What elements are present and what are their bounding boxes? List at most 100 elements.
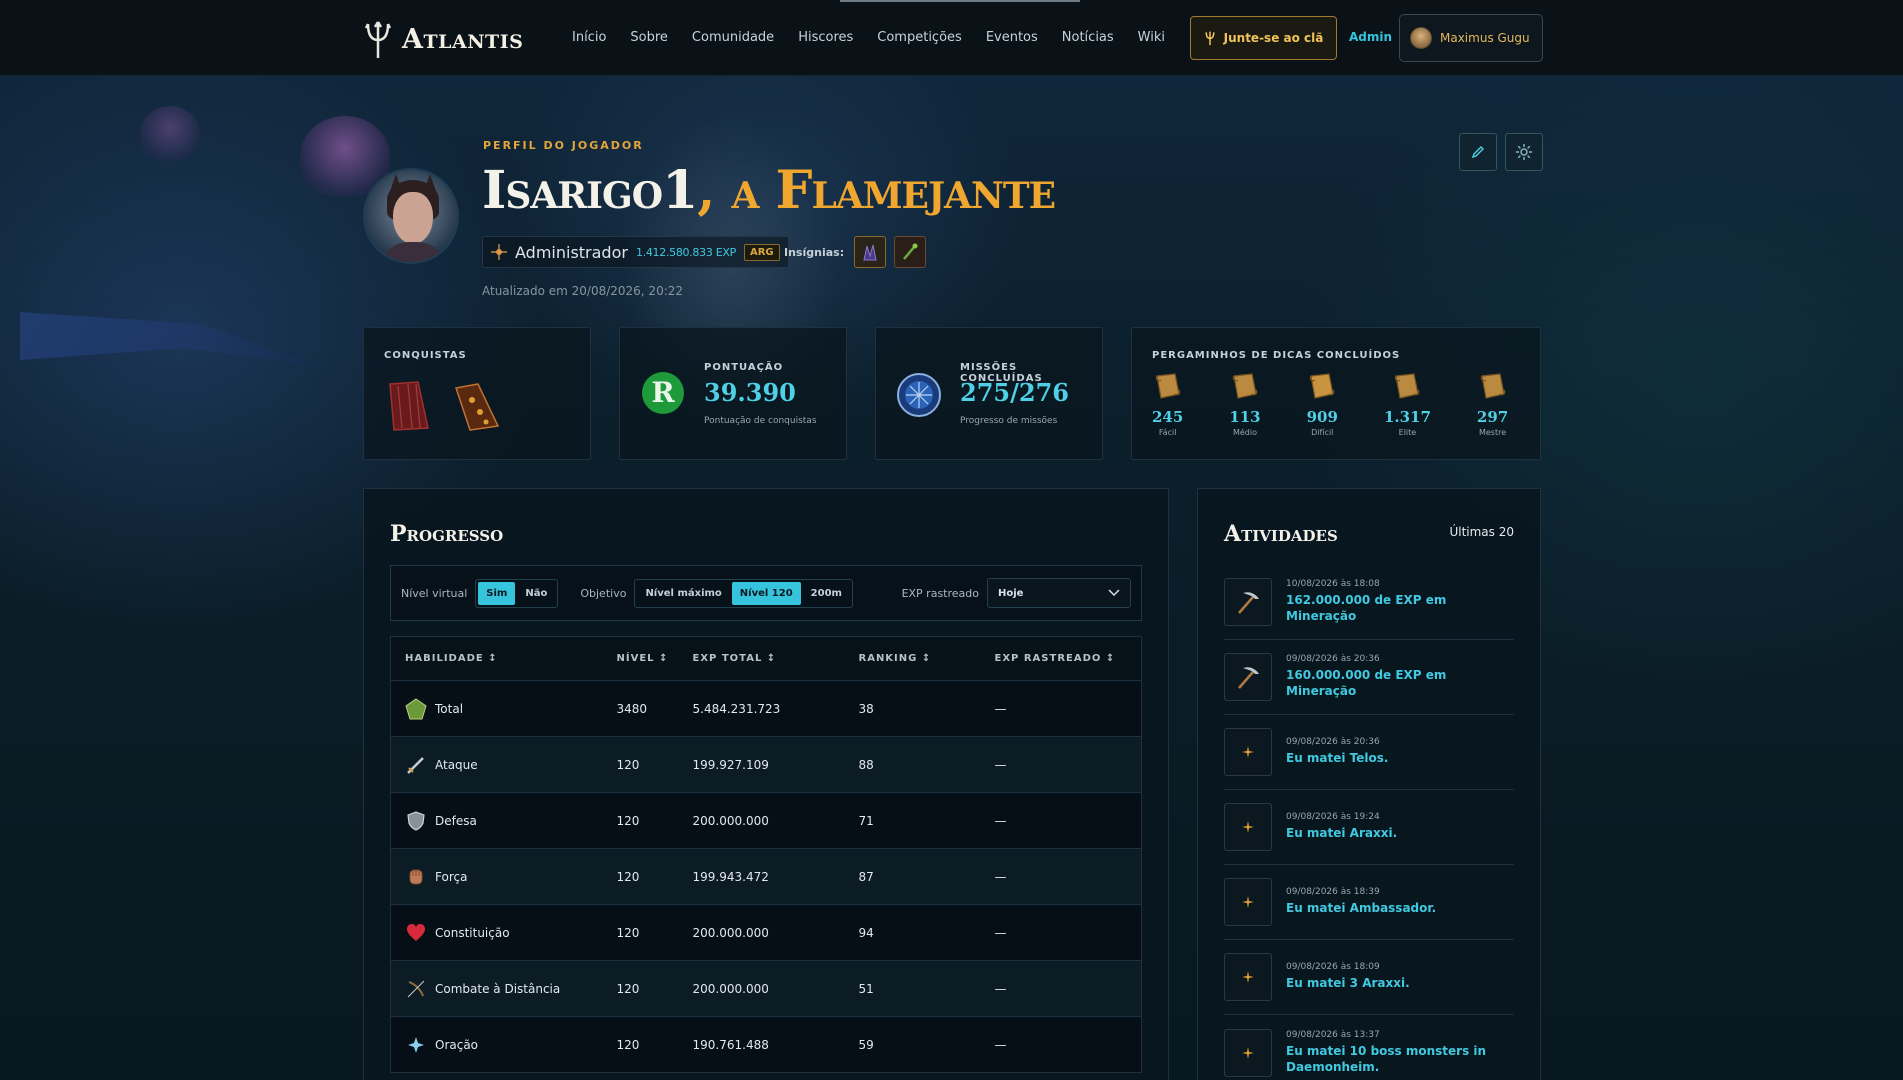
activity-text: Eu matei Telos. [1286,751,1389,766]
sparkle-icon [1224,728,1272,776]
goal-label: Objetivo [580,586,627,600]
settings-button[interactable] [1505,133,1543,171]
logo-text: Atlantis [402,23,524,55]
progress-panel: Progresso Nível virtual Sim Não Objetivo… [363,488,1169,1080]
activity-item[interactable]: 09/08/2026 às 18:39 Eu matei Ambassador. [1224,865,1514,940]
player-avatar [363,168,459,264]
skill-tracked: — [980,960,1142,1017]
gold-cape-icon[interactable] [452,382,502,432]
table-row: Ataque 120 199.927.109 88 — [390,736,1142,793]
col-exp-rastreado[interactable]: EXP RASTREADO ↕ [980,636,1142,681]
activity-item[interactable]: 09/08/2026 às 13:37 Eu matei 10 boss mon… [1224,1015,1514,1080]
nav-comunidade[interactable]: Comunidade [692,30,774,45]
total-skill-icon [405,697,427,720]
missoes-sub: Progresso de missões [960,416,1058,426]
nav-sobre[interactable]: Sobre [630,30,668,45]
logo[interactable]: Atlantis [362,18,523,60]
activity-item[interactable]: 09/08/2026 às 20:36 Eu matei Telos. [1224,715,1514,790]
skill-name: Oração [435,1037,479,1052]
badges: Insígnias: [784,236,927,268]
chevron-down-icon [1108,589,1120,597]
edit-profile-button[interactable] [1459,133,1497,171]
col-ranking[interactable]: RANKING ↕ [844,636,981,681]
skill-rank: 38 [844,680,981,737]
nav-competicoes[interactable]: Competições [877,30,962,45]
runescape-r-icon: R [642,372,684,414]
skill-level: 3480 [602,680,679,737]
skill-name: Constituição [435,925,510,940]
top-navbar: Atlantis Início Sobre Comunidade Hiscore… [0,0,1903,76]
activity-text: Eu matei Araxxi. [1286,826,1398,841]
clue-scroll-grid: 245 Fácil 113 Médio 909 Difícil 1.317 El… [1152,372,1508,437]
nav-noticias[interactable]: Notícias [1062,30,1114,45]
rank-label: Administrador [515,242,628,262]
user-menu-button[interactable]: Maximus Gugu [1399,14,1543,62]
skill-name: Ataque [435,757,478,772]
activity-item[interactable]: 09/08/2026 às 19:24 Eu matei Araxxi. [1224,790,1514,865]
scroll-icon [1480,373,1505,399]
pontuacao-card: R PONTUAÇÃO 39.390 Pontuação de conquist… [619,327,847,460]
clue-easy-label: Fácil [1158,428,1177,437]
skill-rank: 94 [844,904,981,961]
skills-table: HABILIDADE ↕ NÍVEL ↕ EXP TOTAL ↕ RANKING… [390,636,1142,1073]
svg-text:R: R [651,376,675,409]
pontuacao-sub: Pontuação de conquistas [704,416,817,426]
clue-scroll-master: 297 Mestre [1477,372,1508,437]
virtual-yes-option[interactable]: Sim [478,581,516,605]
player-name: Isarigo1, a Flamejante [482,160,1056,221]
virtual-no-option[interactable]: Não [517,582,555,605]
skill-tracked: — [980,904,1142,961]
activity-date: 09/08/2026 às 20:36 [1286,737,1380,748]
nav-hiscores[interactable]: Hiscores [798,30,853,45]
scroll-icon [1395,373,1420,399]
quest-compass-icon [897,373,941,417]
activities-count: Últimas 20 [1449,525,1514,539]
red-cape-icon[interactable] [384,380,430,432]
pickaxe-icon [1224,653,1272,701]
col-habilidade[interactable]: HABILIDADE ↕ [390,636,603,681]
skill-exp: 200.000.000 [678,792,845,849]
sparkle-icon [1224,803,1272,851]
table-row: Constituição 120 200.000.000 94 — [390,904,1142,961]
skill-exp: 5.484.231.723 [678,680,845,737]
skill-exp: 200.000.000 [678,960,845,1017]
activity-date: 10/08/2026 às 18:08 [1286,579,1380,590]
col-exp-total[interactable]: EXP TOTAL ↕ [678,636,845,681]
activities-title: Atividades [1224,521,1338,547]
staff-badge-icon[interactable] [894,236,927,268]
nav-wiki[interactable]: Wiki [1138,30,1165,45]
skill-exp: 190.761.488 [678,1016,845,1073]
activity-item[interactable]: 09/08/2026 às 18:09 Eu matei 3 Araxxi. [1224,940,1514,1015]
skill-name: Combate à Distância [435,981,561,996]
join-clan-button[interactable]: Junte-se ao clã [1190,16,1337,60]
goal-120-option[interactable]: Nível 120 [731,581,801,605]
clue-medium-value: 113 [1229,408,1261,426]
nav-eventos[interactable]: Eventos [986,30,1038,45]
pontuacao-title: PONTUAÇÃO [704,362,784,373]
col-nivel[interactable]: NÍVEL ↕ [602,636,679,681]
pencil-icon [1471,146,1484,159]
activity-item[interactable]: 09/08/2026 às 20:36 160.000.000 de EXP e… [1224,640,1514,715]
skill-exp: 199.943.472 [678,848,845,905]
main-nav: Início Sobre Comunidade Hiscores Competi… [572,30,1165,45]
skill-level: 120 [602,1016,679,1073]
virtual-level-label: Nível virtual [401,586,468,600]
skill-rank: 51 [844,960,981,1017]
activity-item[interactable]: 10/08/2026 às 18:08 162.000.000 de EXP e… [1224,565,1514,640]
nav-inicio[interactable]: Início [572,30,606,45]
skill-level: 120 [602,848,679,905]
clue-hard-label: Difícil [1311,428,1334,437]
player-title: , a Flamejante [697,160,1056,221]
rank-box: Administrador 1.412.580.833 EXP ARG [482,236,789,268]
user-name: Maximus Gugu [1440,31,1530,45]
crystal-badge-icon[interactable] [854,236,887,268]
activities-panel: Atividades Últimas 20 10/08/2026 às 18:0… [1197,488,1541,1080]
skill-rank: 87 [844,848,981,905]
admin-link[interactable]: Admin [1349,30,1392,44]
clue-master-label: Mestre [1478,428,1507,437]
goal-max-option[interactable]: Nível máximo [637,582,729,605]
goal-200m-option[interactable]: 200m [803,582,850,605]
scroll-icon [1155,373,1181,399]
pergaminhos-title: PERGAMINHOS DE DICAS CONCLUÍDOS [1152,350,1401,361]
tracked-exp-select[interactable]: Hoje [987,578,1131,608]
